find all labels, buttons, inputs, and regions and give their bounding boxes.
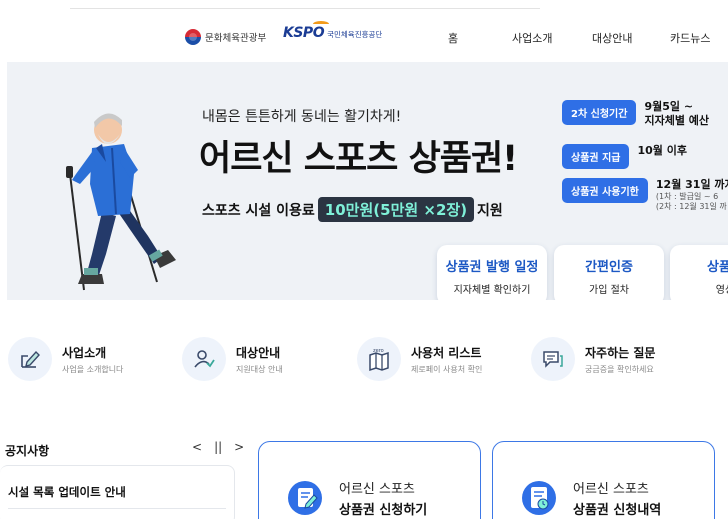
- person-check-icon: [194, 350, 215, 368]
- site-header: 문화체육관광부 KSPO 국민체육진흥공단 홈 사업소개 대상안내 카드뉴스: [0, 12, 728, 62]
- card-issue-schedule[interactable]: 상품권 발행 일정 지자체별 확인하기: [437, 245, 547, 300]
- quick-link-faq[interactable]: 자주하는 질문 궁금증을 확인하세요: [531, 336, 655, 382]
- apply-voucher-card[interactable]: 어르신 스포츠 상품권 신청하기: [258, 441, 481, 519]
- notice-item[interactable]: 시설 목록 업데이트 안내: [8, 484, 126, 500]
- info-label: 2차 신청기간: [562, 100, 637, 125]
- info-voucher-expiry: 상품권 사용기한 12월 31일 까지 (1차 : 발급일 ~ 6 (2차 : …: [562, 178, 728, 212]
- card-title: 상품권 발행 일정: [445, 260, 539, 275]
- quick-sub: 지원대상 안내: [236, 364, 283, 374]
- history-doc-icon: [522, 481, 556, 515]
- nav-business-intro[interactable]: 사업소개: [512, 30, 552, 46]
- taeguk-icon: [185, 29, 201, 45]
- card-sub: 영상: [715, 285, 728, 296]
- card-title: 간편인증: [585, 260, 633, 275]
- quick-title: 대상안내: [236, 345, 281, 360]
- apply-doc-icon: [288, 481, 322, 515]
- quick-title: 자주하는 질문: [585, 345, 656, 360]
- apply-line2: 상품권 신청하기: [339, 503, 428, 518]
- quick-link-business-intro[interactable]: 사업소개 사업을 소개합니다: [8, 336, 123, 382]
- notice-pause-button[interactable]: ||: [214, 440, 222, 454]
- zero-map-icon: zero: [369, 348, 389, 372]
- notice-next-button[interactable]: >: [234, 440, 244, 454]
- card-voucher-video[interactable]: 상품권 영상: [670, 245, 728, 300]
- quick-icon-circle: [182, 337, 226, 381]
- card-title: 상품권: [707, 260, 728, 275]
- kspo-swoosh-icon: [313, 21, 329, 27]
- hero-tagline: 내몸은 튼튼하게 동네는 활기차게!: [202, 109, 402, 125]
- kspo-mark: KSPO: [283, 25, 325, 41]
- info-main-line: 9월5일 ~: [644, 100, 694, 113]
- card-sub: 지자체별 확인하기: [453, 285, 531, 296]
- info-label: 상품권 사용기한: [562, 178, 648, 203]
- quick-icon-circle: [8, 337, 52, 381]
- gov-logo[interactable]: 문화체육관광부: [185, 29, 266, 45]
- info-main-line: 12월 31일 까지: [655, 178, 728, 191]
- apply-history-card[interactable]: 어르신 스포츠 상품권 신청내역: [492, 441, 715, 519]
- info-second-apply-period: 2차 신청기간 9월5일 ~ 지자체별 예산: [562, 100, 709, 128]
- quick-title: 사업소개: [62, 345, 107, 360]
- chat-icon: [543, 351, 563, 368]
- nav-card-news[interactable]: 카드뉴스: [670, 30, 710, 46]
- notice-prev-button[interactable]: <: [192, 440, 202, 454]
- info-main-line: 지자체별 예산: [644, 114, 710, 127]
- nav-target-guide[interactable]: 대상안내: [592, 30, 632, 46]
- hero-sub-suffix: 지원: [477, 202, 503, 219]
- apply-line2: 상품권 신청내역: [573, 503, 662, 518]
- notice-controls: < || >: [192, 440, 244, 454]
- hero-banner: 내몸은 튼튼하게 동네는 활기차게! 어르신 스포츠 상품권! 스포츠 시설 이…: [7, 62, 728, 300]
- elderly-hiker-illustration-icon: [66, 113, 176, 291]
- hero-headline: 어르신 스포츠 상품권!: [199, 139, 518, 179]
- quick-title: 사용처 리스트: [411, 345, 482, 360]
- hero-sub-prefix: 스포츠 시설 이용료: [202, 202, 315, 219]
- info-sub-line: (2차 : 12월 31일 까: [655, 202, 727, 211]
- quick-icon-circle: [531, 337, 575, 381]
- quick-icon-circle: zero: [357, 337, 401, 381]
- info-label: 상품권 지급: [562, 144, 630, 169]
- apply-line1: 어르신 스포츠: [339, 482, 415, 497]
- hero-sub-price: 10만원(5만원 ×2장): [317, 197, 475, 222]
- pen-icon: [21, 350, 40, 368]
- hero-subline: 스포츠 시설 이용료 10만원(5만원 ×2장) 지원: [202, 197, 503, 222]
- notice-title: 공지사항: [5, 444, 50, 458]
- quick-sub: 궁금증을 확인하세요: [585, 364, 654, 374]
- nav-home[interactable]: 홈: [448, 30, 458, 46]
- info-main-line: 10월 이후: [637, 144, 687, 157]
- quick-sub: 사업을 소개합니다: [62, 364, 124, 374]
- top-divider: [70, 8, 540, 9]
- quick-sub: 제로페이 사용처 확인: [411, 364, 483, 374]
- card-easy-auth[interactable]: 간편인증 가입 절차: [554, 245, 664, 300]
- notice-divider: [8, 508, 226, 509]
- quick-link-target-guide[interactable]: 대상안내 지원대상 안내: [182, 336, 283, 382]
- apply-line1: 어르신 스포츠: [573, 482, 649, 497]
- info-voucher-issue: 상품권 지급 10월 이후: [562, 144, 687, 169]
- kspo-logo[interactable]: KSPO 국민체육진흥공단: [283, 21, 383, 41]
- gov-name: 문화체육관광부: [205, 33, 267, 44]
- info-sub-line: (1차 : 발급일 ~ 6: [655, 192, 719, 201]
- quick-link-usage-places[interactable]: zero 사용처 리스트 제로페이 사용처 확인: [357, 336, 482, 382]
- kspo-name: 국민체육진흥공단: [327, 30, 383, 39]
- card-sub: 가입 절차: [589, 285, 629, 296]
